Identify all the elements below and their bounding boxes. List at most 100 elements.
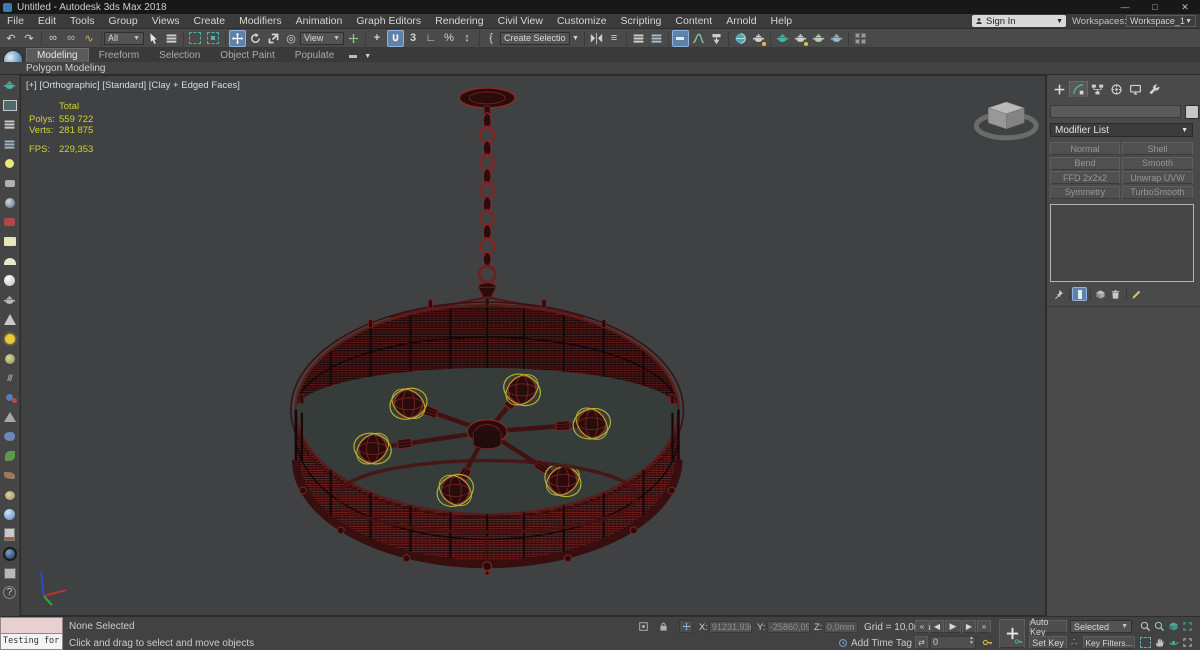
menu-file[interactable]: File — [0, 15, 31, 27]
menu-group[interactable]: Group — [102, 15, 145, 27]
strip-rock-icon[interactable] — [1, 427, 19, 447]
strip-render-frame-icon[interactable] — [1, 96, 19, 116]
modifier-button-shell[interactable]: Shell — [1122, 142, 1193, 155]
polygon-modeling-panel-label[interactable]: Polygon Modeling — [0, 63, 106, 74]
rendered-frame-window-icon[interactable] — [774, 30, 791, 47]
chandelier-model[interactable] — [290, 87, 685, 576]
menu-customize[interactable]: Customize — [550, 15, 614, 27]
menu-scripting[interactable]: Scripting — [614, 15, 669, 27]
zoom-all-icon[interactable] — [1152, 620, 1166, 633]
modifier-button-unwrap-uvw[interactable]: Unwrap UVW — [1122, 171, 1193, 184]
configure-modifier-sets-icon[interactable] — [1129, 287, 1144, 301]
material-editor-icon[interactable] — [732, 30, 749, 47]
spinner-snap-icon[interactable]: ↕ — [459, 30, 476, 47]
pin-stack-icon[interactable] — [1051, 287, 1066, 301]
edit-named-selection-sets-icon[interactable]: { — [483, 30, 500, 47]
percent-snap-icon[interactable]: % — [441, 30, 458, 47]
strip-dark-sphere-icon[interactable] — [1, 544, 19, 564]
modifier-button-normal[interactable]: Normal — [1050, 142, 1120, 155]
select-and-scale-icon[interactable] — [265, 30, 282, 47]
maxscript-mini-listener-pink[interactable] — [0, 617, 63, 634]
layer-manager-icon[interactable] — [630, 30, 647, 47]
orbit-icon[interactable] — [1166, 636, 1180, 649]
ribbon-tab-object-paint[interactable]: Object Paint — [210, 49, 284, 62]
viewport-label[interactable]: [+] [Orthographic] [Standard] [Clay + Ed… — [26, 80, 240, 91]
keyboard-shortcut-override-icon[interactable]: + — [369, 30, 386, 47]
modifier-button-symmetry[interactable]: Symmetry — [1050, 185, 1120, 199]
align-icon[interactable]: ≡ — [606, 30, 623, 47]
strip-list2-icon[interactable] — [1, 135, 19, 155]
use-pivot-point-icon[interactable]: ◎ — [283, 30, 300, 47]
strip-box-icon[interactable] — [1, 564, 19, 584]
selection-filter-dropdown[interactable]: All ▼ — [104, 31, 144, 45]
render-iterative-icon[interactable] — [810, 30, 827, 47]
key-step-toggle[interactable]: ⇄ — [915, 636, 928, 649]
set-keys-big-button[interactable] — [999, 619, 1025, 648]
render-presets-icon[interactable] — [852, 30, 869, 47]
absolute-mode-icon[interactable] — [679, 620, 693, 633]
snaps-toggle-icon[interactable] — [386, 29, 404, 47]
schematic-view-ic[interactable] — [708, 30, 725, 47]
curve-editor-icon[interactable] — [690, 30, 707, 47]
strip-moon-icon[interactable] — [1, 349, 19, 369]
utilities-tab-icon[interactable] — [1145, 81, 1164, 97]
viewport-canvas[interactable] — [21, 76, 1045, 615]
key-paw-icon[interactable]: ∴ — [1071, 637, 1077, 648]
maximize-button[interactable]: □ — [1140, 2, 1170, 13]
modifier-list-dropdown[interactable]: Modifier List ▼ — [1050, 123, 1193, 137]
menu-graph-editors[interactable]: Graph Editors — [349, 15, 428, 27]
select-and-link-icon[interactable]: ∞ — [45, 30, 62, 47]
workspace-dropdown[interactable]: Workspace_1 ▼ — [1126, 15, 1196, 27]
selected-set-dropdown[interactable]: Selected ▼ — [1070, 620, 1132, 633]
maxscript-mini-listener-white[interactable]: Testing for i — [0, 633, 63, 650]
window-crossing-icon[interactable] — [205, 30, 222, 47]
strip-foliage-icon[interactable] — [1, 447, 19, 467]
view-cube[interactable] — [973, 101, 1039, 141]
reference-coordinate-system-dropdown[interactable]: View ▼ — [300, 31, 344, 45]
object-color-swatch[interactable] — [1185, 105, 1199, 119]
make-unique-icon[interactable] — [1093, 287, 1108, 301]
select-and-rotate-icon[interactable] — [247, 30, 264, 47]
render-setup-icon[interactable] — [750, 30, 767, 47]
motion-tab-icon[interactable] — [1107, 81, 1126, 97]
strip-plane-icon[interactable] — [1, 232, 19, 252]
ribbon-tab-modeling[interactable]: Modeling — [26, 48, 89, 62]
previous-frame-button[interactable]: ◀ — [930, 620, 944, 633]
menu-civil-view[interactable]: Civil View — [491, 15, 550, 27]
strip-sun-icon[interactable] — [1, 330, 19, 350]
ribbon-options-icon[interactable]: ▼ — [363, 50, 373, 62]
mirror-icon[interactable] — [588, 30, 605, 47]
strip-render-teapot-icon[interactable] — [1, 76, 19, 96]
hierarchy-tab-icon[interactable] — [1088, 81, 1107, 97]
strip-sphere-icon[interactable] — [1, 271, 19, 291]
rectangular-selection-region-icon[interactable] — [187, 30, 204, 47]
select-by-name-icon[interactable] — [163, 30, 180, 47]
strip-rain-icon[interactable]: /// — [1, 369, 19, 389]
strip-mountain-icon[interactable] — [1, 408, 19, 428]
object-name-field[interactable] — [1050, 105, 1181, 118]
remove-modifier-icon[interactable] — [1108, 287, 1123, 301]
select-and-manipulate-icon[interactable] — [345, 30, 362, 47]
strip-light-bulb-icon[interactable] — [1, 154, 19, 174]
menu-animation[interactable]: Animation — [289, 15, 350, 27]
strip-shell-icon[interactable] — [1, 486, 19, 506]
sign-in-button[interactable]: Sign In ▼ — [972, 15, 1066, 27]
strip-shaded-sphere-icon[interactable] — [1, 193, 19, 213]
bind-to-space-warp-icon[interactable]: ∿ — [81, 30, 98, 47]
scene-explorer-icon[interactable] — [648, 30, 665, 47]
add-time-tag-text[interactable]: Add Time Tag — [851, 638, 912, 649]
modifier-button-ffd[interactable]: FFD 2x2x2 — [1050, 171, 1120, 184]
strip-camera-icon[interactable] — [1, 174, 19, 194]
isolate-selection-icon[interactable] — [636, 620, 650, 633]
key-mode-toggle-icon[interactable] — [980, 636, 994, 649]
viewport[interactable]: [+] [Orthographic] [Standard] [Clay + Ed… — [20, 75, 1046, 616]
modifier-button-turbosmooth[interactable]: TurboSmooth — [1122, 185, 1193, 199]
zoom-extents-all-icon[interactable] — [1180, 620, 1194, 633]
pan-hand-icon[interactable] — [1152, 636, 1166, 649]
named-selection-dropdown-icon[interactable]: ▼ — [571, 30, 581, 47]
ribbon-tab-freeform[interactable]: Freeform — [89, 49, 150, 62]
modifier-stack-list[interactable] — [1050, 204, 1194, 282]
strip-clipboard-icon[interactable] — [1, 525, 19, 545]
zoom-extents-icon[interactable] — [1166, 620, 1180, 633]
close-button[interactable]: ✕ — [1170, 2, 1200, 13]
